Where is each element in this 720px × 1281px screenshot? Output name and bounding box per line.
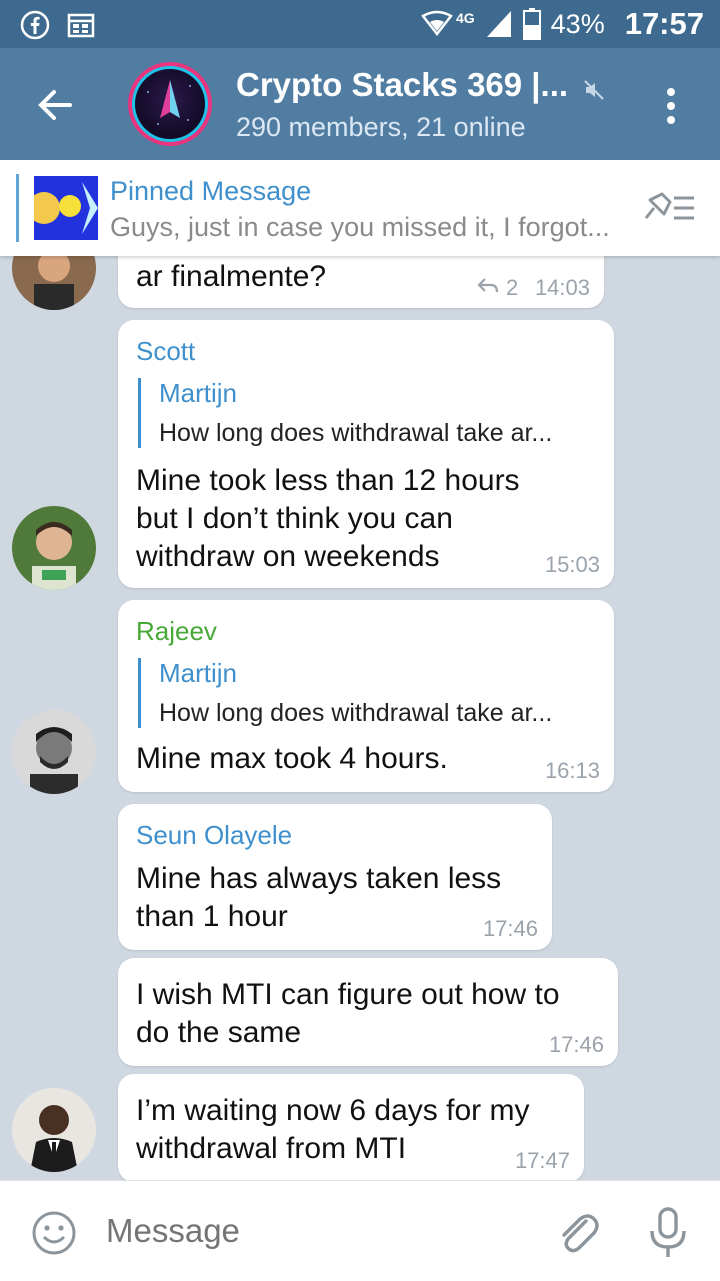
pinned-title: Pinned Message xyxy=(110,176,312,206)
clock: 17:57 xyxy=(624,6,704,41)
quoted-reply[interactable]: Martijn How long does withdrawal take ar… xyxy=(138,658,552,728)
message-bubble[interactable]: I’m waiting now 6 days for my withdrawal… xyxy=(118,1074,584,1180)
message-bubble[interactable]: Scott Martijn How long does withdrawal t… xyxy=(118,320,614,588)
avatar[interactable] xyxy=(12,506,96,590)
quoted-sender: Martijn xyxy=(159,378,238,408)
pinned-text: Guys, just in case you missed it, I forg… xyxy=(110,212,610,242)
chat-header: Crypto Stacks 369 |... 290 members, 21 o… xyxy=(0,48,720,160)
battery-icon xyxy=(522,8,541,40)
sender-name[interactable]: Seun Olayele xyxy=(136,820,292,851)
message-text: I wish MTI can figure out how to do the … xyxy=(136,978,560,1049)
calendar-icon xyxy=(67,13,95,38)
message-composer xyxy=(0,1180,720,1281)
pinned-indicator xyxy=(16,174,19,242)
message-time: 14:03 xyxy=(534,275,590,300)
signal-icon xyxy=(486,11,511,37)
message-time: 15:03 xyxy=(544,552,600,577)
sender-name[interactable]: Scott xyxy=(136,336,195,367)
group-avatar[interactable] xyxy=(128,62,212,146)
message-bubble[interactable]: ar finalmente? 2 14:03 xyxy=(118,256,604,308)
message-text: I’m waiting now 6 days for my withdrawal… xyxy=(136,1094,530,1165)
attach-icon[interactable] xyxy=(552,1207,600,1257)
quoted-text: How long does withdrawal take ar... xyxy=(159,699,553,727)
pinned-list-icon[interactable] xyxy=(640,188,696,228)
battery-percent: 43% xyxy=(550,8,605,39)
reply-icon xyxy=(477,278,499,293)
message-list[interactable]: ar finalmente? 2 14:03 Scott Martijn How… xyxy=(0,256,720,1180)
group-title[interactable]: Crypto Stacks 369 |... xyxy=(236,66,576,104)
message-text: ar finalmente? xyxy=(136,260,327,293)
avatar[interactable] xyxy=(12,256,96,310)
message-text: Mine has always taken less than 1 hour xyxy=(136,862,502,933)
message-bubble[interactable]: Seun Olayele Mine has always taken less … xyxy=(118,804,552,950)
microphone-icon[interactable] xyxy=(646,1205,690,1259)
status-bar: 4G 43% 17:57 xyxy=(0,0,720,48)
pinned-thumbnail xyxy=(34,176,98,240)
network-type: 4G xyxy=(455,10,475,26)
message-text: Mine max took 4 hours. xyxy=(136,742,448,775)
message-text: Mine took less than 12 hours but I don’t… xyxy=(136,464,520,573)
message-time: 16:13 xyxy=(544,758,600,783)
more-options-icon[interactable] xyxy=(656,84,686,128)
sender-name[interactable]: Rajeev xyxy=(136,616,217,647)
quoted-reply[interactable]: Martijn How long does withdrawal take ar… xyxy=(138,378,552,448)
message-bubble[interactable]: Rajeev Martijn How long does withdrawal … xyxy=(118,600,614,792)
avatar[interactable] xyxy=(12,1088,96,1172)
message-time: 17:47 xyxy=(514,1148,570,1173)
reply-count: 2 xyxy=(506,275,519,300)
members-count: 290 members, 21 online xyxy=(236,112,526,142)
quoted-sender: Martijn xyxy=(159,658,238,688)
message-input[interactable] xyxy=(104,1211,528,1251)
emoji-icon[interactable] xyxy=(30,1209,78,1257)
message-bubble[interactable]: I wish MTI can figure out how to do the … xyxy=(118,958,618,1066)
facebook-icon xyxy=(20,10,50,40)
back-arrow-icon[interactable] xyxy=(30,80,80,130)
pinned-message-bar[interactable]: Pinned Message Guys, just in case you mi… xyxy=(0,160,720,256)
message-time: 17:46 xyxy=(482,916,538,941)
wifi-icon xyxy=(421,10,453,37)
avatar[interactable] xyxy=(12,710,96,794)
message-time: 17:46 xyxy=(548,1032,604,1057)
quoted-text: How long does withdrawal take ar... xyxy=(159,419,553,447)
mute-icon xyxy=(584,80,604,100)
